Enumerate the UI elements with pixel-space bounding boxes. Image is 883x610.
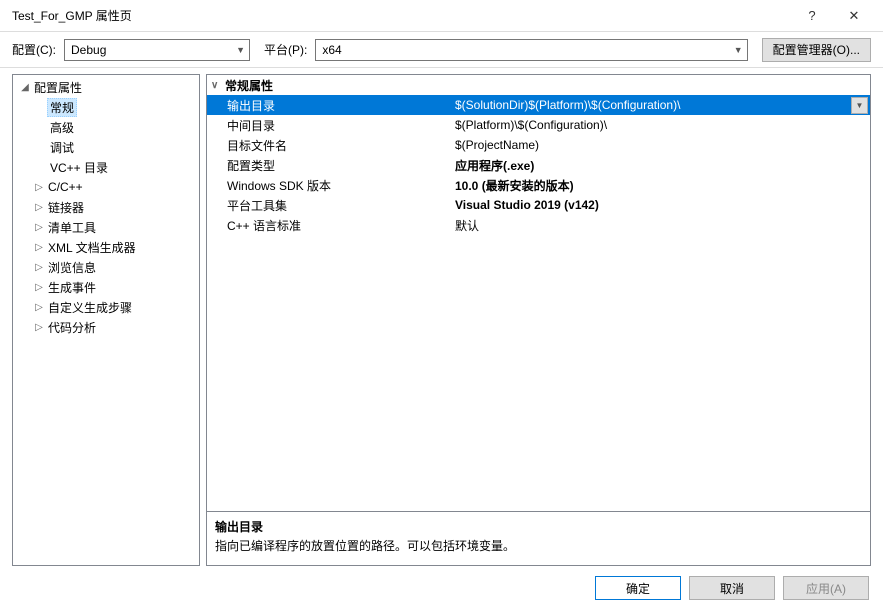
platform-label: 平台(P): bbox=[264, 41, 307, 58]
tree-item[interactable]: 调试 bbox=[13, 137, 199, 157]
property-row[interactable]: 平台工具集Visual Studio 2019 (v142) bbox=[207, 195, 870, 215]
property-value[interactable]: $(SolutionDir)$(Platform)\$(Configuratio… bbox=[455, 97, 870, 114]
property-name: 输出目录 bbox=[207, 97, 455, 114]
tree-item[interactable]: VC++ 目录 bbox=[13, 157, 199, 177]
property-pane: ∨ 常规属性 输出目录$(SolutionDir)$(Platform)\$(C… bbox=[206, 74, 871, 566]
property-name: 配置类型 bbox=[207, 157, 455, 174]
tree-item[interactable]: ▷代码分析 bbox=[13, 317, 199, 337]
config-manager-button[interactable]: 配置管理器(O)... bbox=[762, 38, 871, 62]
property-row[interactable]: C++ 语言标准默认 bbox=[207, 215, 870, 235]
property-row[interactable]: 中间目录$(Platform)\$(Configuration)\ bbox=[207, 115, 870, 135]
expand-toggle-icon[interactable]: ▷ bbox=[33, 182, 45, 193]
expand-toggle-icon[interactable]: ▷ bbox=[33, 202, 45, 213]
cancel-button[interactable]: 取消 bbox=[689, 576, 775, 600]
tree-item[interactable]: ▷链接器 bbox=[13, 197, 199, 217]
property-value[interactable]: Visual Studio 2019 (v142) bbox=[455, 198, 870, 212]
property-name: 平台工具集 bbox=[207, 197, 455, 214]
property-row[interactable]: 目标文件名$(ProjectName) bbox=[207, 135, 870, 155]
window-title: Test_For_GMP 属性页 bbox=[12, 7, 132, 24]
property-name: 目标文件名 bbox=[207, 137, 455, 154]
expand-toggle-icon[interactable]: ◢ bbox=[19, 82, 31, 93]
expand-toggle-icon[interactable]: ▷ bbox=[33, 322, 45, 333]
collapse-toggle-icon[interactable]: ∨ bbox=[211, 80, 225, 91]
tree-root[interactable]: ◢ 配置属性 bbox=[13, 77, 199, 97]
tree-item[interactable]: 常规 bbox=[13, 97, 199, 117]
toolbar: 配置(C): Debug ▼ 平台(P): x64 ▼ 配置管理器(O)... bbox=[0, 32, 883, 68]
expand-toggle-icon[interactable]: ▷ bbox=[33, 262, 45, 273]
expand-toggle-icon[interactable]: ▷ bbox=[33, 222, 45, 233]
window-controls: ? ✕ bbox=[791, 0, 875, 32]
apply-button[interactable]: 应用(A) bbox=[783, 576, 869, 600]
platform-combo[interactable]: x64 ▼ bbox=[315, 39, 747, 61]
ok-button[interactable]: 确定 bbox=[595, 576, 681, 600]
group-header[interactable]: ∨ 常规属性 bbox=[207, 75, 870, 95]
config-combo[interactable]: Debug ▼ bbox=[64, 39, 250, 61]
help-button[interactable]: ? bbox=[791, 0, 833, 32]
tree-item[interactable]: ▷XML 文档生成器 bbox=[13, 237, 199, 257]
platform-value: x64 bbox=[322, 43, 341, 57]
dropdown-icon[interactable]: ▼ bbox=[851, 97, 868, 114]
property-value[interactable]: 10.0 (最新安装的版本) bbox=[455, 177, 870, 194]
property-value[interactable]: 默认 bbox=[455, 217, 870, 234]
main-area: ◢ 配置属性 常规高级调试VC++ 目录 ▷C/C++▷链接器▷清单工具▷XML… bbox=[0, 68, 883, 566]
title-bar: Test_For_GMP 属性页 ? ✕ bbox=[0, 0, 883, 32]
close-button[interactable]: ✕ bbox=[833, 0, 875, 32]
property-row[interactable]: 配置类型应用程序(.exe) bbox=[207, 155, 870, 175]
property-value[interactable]: 应用程序(.exe) bbox=[455, 157, 870, 174]
tree-item[interactable]: ▷C/C++ bbox=[13, 177, 199, 197]
tree-item[interactable]: ▷自定义生成步骤 bbox=[13, 297, 199, 317]
desc-title: 输出目录 bbox=[215, 518, 862, 535]
config-value: Debug bbox=[71, 43, 106, 57]
property-value[interactable]: $(Platform)\$(Configuration)\ bbox=[455, 118, 870, 132]
expand-toggle-icon[interactable]: ▷ bbox=[33, 302, 45, 313]
property-name: C++ 语言标准 bbox=[207, 217, 455, 234]
dialog-footer: 确定 取消 应用(A) bbox=[0, 566, 883, 610]
tree-item[interactable]: ▷清单工具 bbox=[13, 217, 199, 237]
property-value[interactable]: $(ProjectName) bbox=[455, 138, 870, 152]
nav-tree[interactable]: ◢ 配置属性 常规高级调试VC++ 目录 ▷C/C++▷链接器▷清单工具▷XML… bbox=[12, 74, 200, 566]
expand-toggle-icon[interactable]: ▷ bbox=[33, 282, 45, 293]
property-name: 中间目录 bbox=[207, 117, 455, 134]
property-grid[interactable]: ∨ 常规属性 输出目录$(SolutionDir)$(Platform)\$(C… bbox=[206, 74, 871, 512]
tree-item[interactable]: ▷浏览信息 bbox=[13, 257, 199, 277]
config-label: 配置(C): bbox=[12, 41, 56, 58]
tree-item[interactable]: 高级 bbox=[13, 117, 199, 137]
description-pane: 输出目录 指向已编译程序的放置位置的路径。可以包括环境变量。 bbox=[206, 512, 871, 566]
property-row[interactable]: Windows SDK 版本10.0 (最新安装的版本) bbox=[207, 175, 870, 195]
expand-toggle-icon[interactable]: ▷ bbox=[33, 242, 45, 253]
chevron-down-icon: ▼ bbox=[236, 45, 245, 55]
chevron-down-icon: ▼ bbox=[734, 45, 743, 55]
tree-item[interactable]: ▷生成事件 bbox=[13, 277, 199, 297]
property-row[interactable]: 输出目录$(SolutionDir)$(Platform)\$(Configur… bbox=[207, 95, 870, 115]
property-name: Windows SDK 版本 bbox=[207, 177, 455, 194]
desc-text: 指向已编译程序的放置位置的路径。可以包括环境变量。 bbox=[215, 537, 862, 554]
